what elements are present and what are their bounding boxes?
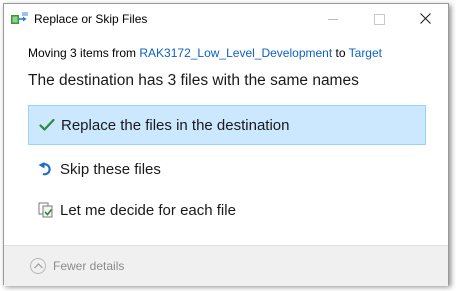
fewer-details-label: Fewer details (53, 259, 125, 273)
source-folder-link[interactable]: RAK3172_Low_Level_Development (139, 46, 332, 60)
copy-files-icon (11, 12, 29, 26)
decide-each-file-option[interactable]: Let me decide for each file (28, 190, 426, 230)
dialog-footer: Fewer details (4, 245, 448, 286)
decide-each-file-label: Let me decide for each file (60, 201, 236, 219)
chevron-up-icon (30, 258, 46, 274)
replace-files-option[interactable]: Replace the files in the destination (28, 105, 426, 145)
title-bar[interactable]: Replace or Skip Files (4, 4, 448, 34)
close-icon (419, 12, 431, 27)
skip-arrow-icon (38, 161, 54, 177)
window-title: Replace or Skip Files (34, 12, 148, 26)
skip-files-option[interactable]: Skip these files (28, 149, 426, 189)
conflict-headline: The destination has 3 files with the sam… (28, 72, 359, 89)
operation-summary: Moving 3 items from RAK3172_Low_Level_De… (28, 46, 382, 60)
checkmark-icon (39, 117, 55, 133)
maximize-button[interactable] (356, 4, 402, 34)
maximize-icon (373, 13, 385, 25)
minimize-icon (328, 18, 338, 20)
replace-skip-dialog: Replace or Skip Files Moving 3 items fro… (3, 3, 449, 286)
minimize-button[interactable] (310, 4, 356, 34)
skip-files-label: Skip these files (60, 160, 161, 178)
summary-prefix: Moving 3 items from (28, 46, 140, 60)
destination-folder-link[interactable]: Target (349, 46, 382, 60)
decide-files-icon (38, 202, 54, 218)
close-button[interactable] (402, 4, 448, 34)
summary-to: to (332, 46, 349, 60)
replace-files-label: Replace the files in the destination (61, 116, 290, 134)
fewer-details-button[interactable]: Fewer details (30, 258, 124, 274)
